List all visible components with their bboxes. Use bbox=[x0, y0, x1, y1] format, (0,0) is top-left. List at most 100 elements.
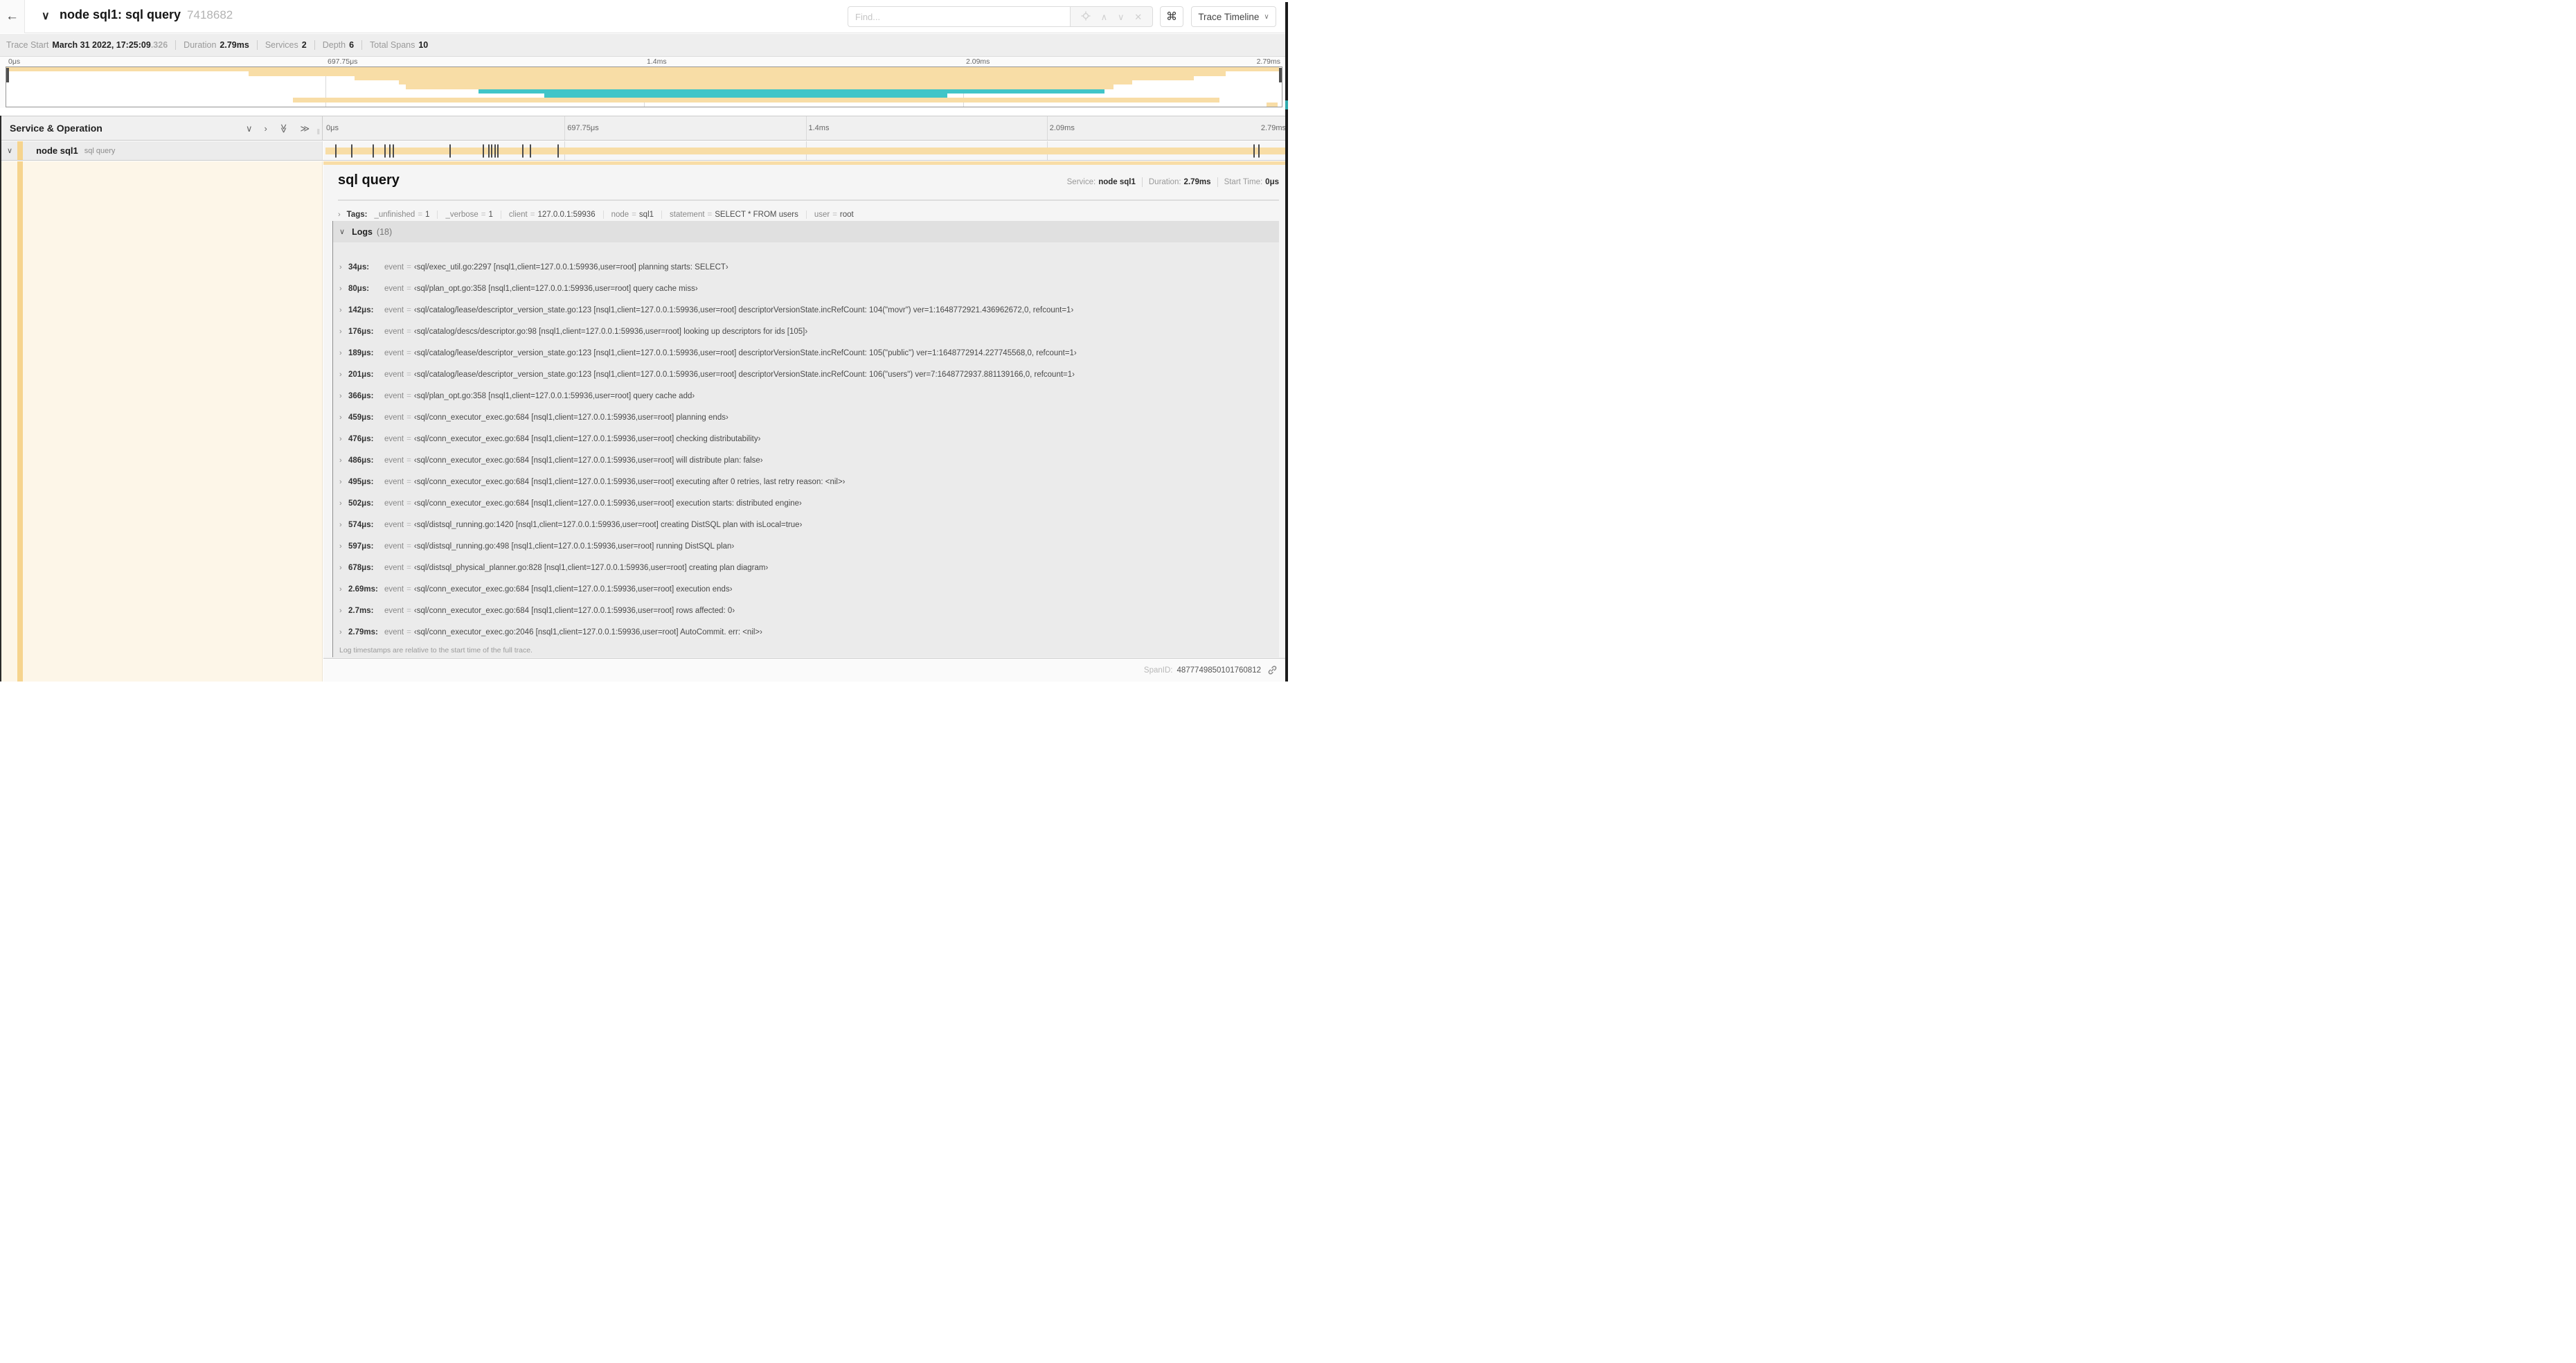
logs-accordion-header[interactable]: ∨ Logs (18) bbox=[333, 221, 1279, 242]
log-timestamp: 366μs: bbox=[348, 391, 374, 400]
expand-all-icon[interactable]: ≫ bbox=[300, 124, 310, 133]
minimap-canvas[interactable] bbox=[6, 66, 1282, 107]
equals-sign: = bbox=[406, 327, 411, 336]
span-row[interactable]: ∨ node sql1 sql query bbox=[0, 141, 1288, 161]
log-entry-row[interactable]: › 366μs: event = ‹sql/plan_opt.go:358 [n… bbox=[333, 385, 1279, 407]
log-marker-tick bbox=[449, 144, 451, 157]
log-marker-tick bbox=[491, 144, 493, 157]
log-entry-row[interactable]: › 597μs: event = ‹sql/distsql_running.go… bbox=[333, 535, 1279, 557]
minimap-right-scrubber-handle[interactable] bbox=[1279, 68, 1282, 82]
right-screen-edge-accent bbox=[1285, 100, 1288, 109]
find-next-icon[interactable]: ∨ bbox=[1118, 12, 1125, 21]
chevron-right-icon: › bbox=[339, 563, 342, 572]
service-value: node sql1 bbox=[1098, 178, 1136, 186]
log-timestamp: 459μs: bbox=[348, 413, 374, 422]
log-marker-tick bbox=[488, 144, 490, 157]
minimap-span-bar bbox=[293, 98, 1219, 103]
chevron-down-icon: ∨ bbox=[1264, 12, 1269, 21]
log-entry-row[interactable]: › 574μs: event = ‹sql/distsql_running.go… bbox=[333, 514, 1279, 535]
timeline-header-left: Service & Operation ∨ › ≫ ≫ ‖ bbox=[0, 116, 323, 140]
chevron-right-icon: › bbox=[339, 413, 342, 422]
log-marker-tick bbox=[351, 144, 353, 157]
log-entry-row[interactable]: › 34μs: event = ‹sql/exec_util.go:2297 [… bbox=[333, 256, 1279, 278]
equals-sign: = bbox=[406, 606, 411, 615]
start-time-label: Start Time: bbox=[1224, 178, 1263, 186]
log-entry-row[interactable]: › 189μs: event = ‹sql/catalog/lease/desc… bbox=[333, 342, 1279, 364]
chevron-right-icon: › bbox=[339, 327, 342, 336]
view-selector-button[interactable]: Trace Timeline ∨ bbox=[1191, 6, 1276, 27]
log-marker-tick bbox=[494, 144, 496, 157]
chevron-down-icon[interactable]: ∨ bbox=[7, 146, 12, 155]
keyboard-shortcuts-button[interactable]: ⌘ bbox=[1160, 6, 1183, 27]
trace-collapse-toggle[interactable]: ∨ bbox=[42, 9, 50, 23]
minimap-left-scrubber-handle[interactable] bbox=[6, 68, 9, 82]
trace-title: node sql1: sql query bbox=[60, 8, 181, 21]
log-entry-row[interactable]: › 176μs: event = ‹sql/catalog/descs/desc… bbox=[333, 321, 1279, 342]
tag-item: client = 127.0.0.1:59936 bbox=[501, 211, 604, 219]
find-clear-icon[interactable]: ✕ bbox=[1134, 12, 1142, 21]
chevron-right-icon: › bbox=[339, 542, 342, 551]
duration-label: Duration bbox=[184, 40, 217, 50]
minimap-span-bar bbox=[1266, 102, 1278, 107]
chevron-right-icon: › bbox=[339, 391, 342, 400]
log-value: ‹sql/exec_util.go:2297 [nsql1,client=127… bbox=[413, 262, 728, 271]
duration-label: Duration: bbox=[1148, 178, 1181, 186]
start-time-value: 0μs bbox=[1265, 178, 1279, 186]
locate-icon[interactable] bbox=[1081, 11, 1091, 22]
spanid-value: 4877749850101760812 bbox=[1177, 666, 1261, 675]
log-key: event bbox=[384, 563, 404, 572]
span-duration-bar[interactable] bbox=[325, 147, 1287, 154]
log-key: event bbox=[384, 305, 404, 314]
log-timestamp: 495μs: bbox=[348, 477, 374, 486]
equals-sign: = bbox=[406, 456, 411, 465]
chevron-right-icon: › bbox=[339, 606, 342, 615]
logs-title: Logs bbox=[352, 226, 373, 237]
log-value: ‹sql/conn_executor_exec.go:684 [nsql1,cl… bbox=[413, 413, 728, 422]
expand-one-icon[interactable]: › bbox=[265, 124, 267, 133]
log-value: ‹sql/catalog/lease/descriptor_version_st… bbox=[413, 348, 1077, 357]
left-screen-edge bbox=[0, 116, 1, 682]
span-service-name: node sql1 bbox=[36, 145, 78, 156]
log-entry-row[interactable]: › 486μs: event = ‹sql/conn_executor_exec… bbox=[333, 449, 1279, 471]
log-value: ‹sql/distsql_running.go:1420 [nsql1,clie… bbox=[413, 520, 803, 529]
find-prev-icon[interactable]: ∧ bbox=[1101, 12, 1108, 21]
find-input[interactable] bbox=[848, 6, 1070, 27]
log-entry-row[interactable]: › 678μs: event = ‹sql/distsql_physical_p… bbox=[333, 557, 1279, 578]
log-key: event bbox=[384, 284, 404, 293]
ruler-tick-label: 0μs bbox=[326, 124, 339, 132]
collapse-all-icon[interactable]: ≫ bbox=[278, 123, 289, 133]
log-entry-row[interactable]: › 495μs: event = ‹sql/conn_executor_exec… bbox=[333, 471, 1279, 492]
log-entry-row[interactable]: › 2.69ms: event = ‹sql/conn_executor_exe… bbox=[333, 578, 1279, 600]
log-marker-tick bbox=[1253, 144, 1255, 157]
log-entry-row[interactable]: › 80μs: event = ‹sql/plan_opt.go:358 [ns… bbox=[333, 278, 1279, 299]
tags-accordion[interactable]: › Tags: _unfinished = 1 _verbose = 1 client = 12… bbox=[338, 207, 1279, 222]
equals-sign: = bbox=[406, 413, 411, 422]
column-resizer-grip[interactable]: ‖ bbox=[316, 128, 320, 136]
log-key: event bbox=[384, 434, 404, 443]
back-button[interactable]: ← bbox=[0, 0, 25, 33]
timeline-header: Service & Operation ∨ › ≫ ≫ ‖ 0μs 697.75μ… bbox=[0, 116, 1288, 141]
equals-sign: = bbox=[406, 585, 411, 594]
trace-id: 7418682 bbox=[187, 8, 233, 21]
equals-sign: = bbox=[406, 305, 411, 314]
span-row-timeline[interactable] bbox=[323, 141, 1288, 160]
logs-list: › 34μs: event = ‹sql/exec_util.go:2297 [… bbox=[333, 242, 1279, 657]
log-entry-row[interactable]: › 2.7ms: event = ‹sql/conn_executor_exec… bbox=[333, 600, 1279, 621]
ruler-tick-label: 2.79ms bbox=[1260, 124, 1286, 132]
collapse-one-icon[interactable]: ∨ bbox=[246, 124, 253, 133]
log-entry-row[interactable]: › 142μs: event = ‹sql/catalog/lease/desc… bbox=[333, 299, 1279, 321]
trace-start-value: March 31 2022, 17:25:09.326 bbox=[52, 40, 168, 50]
span-row-name-column[interactable]: ∨ node sql1 sql query bbox=[0, 141, 323, 160]
tag-item: _verbose = 1 bbox=[438, 211, 501, 219]
deep-link-icon[interactable] bbox=[1267, 665, 1278, 675]
log-entry-row[interactable]: › 502μs: event = ‹sql/conn_executor_exec… bbox=[333, 492, 1279, 514]
log-entry-row[interactable]: › 201μs: event = ‹sql/catalog/lease/desc… bbox=[333, 364, 1279, 385]
log-entry-row[interactable]: › 476μs: event = ‹sql/conn_executor_exec… bbox=[333, 428, 1279, 449]
log-key: event bbox=[384, 520, 404, 529]
log-entry-row[interactable]: › 2.79ms: event = ‹sql/conn_executor_exe… bbox=[333, 621, 1279, 643]
equals-sign: = bbox=[406, 262, 411, 271]
log-marker-tick bbox=[497, 144, 499, 157]
log-entry-row[interactable]: › 459μs: event = ‹sql/conn_executor_exec… bbox=[333, 407, 1279, 428]
equals-sign: = bbox=[406, 370, 411, 379]
log-value: ‹sql/conn_executor_exec.go:684 [nsql1,cl… bbox=[413, 434, 761, 443]
